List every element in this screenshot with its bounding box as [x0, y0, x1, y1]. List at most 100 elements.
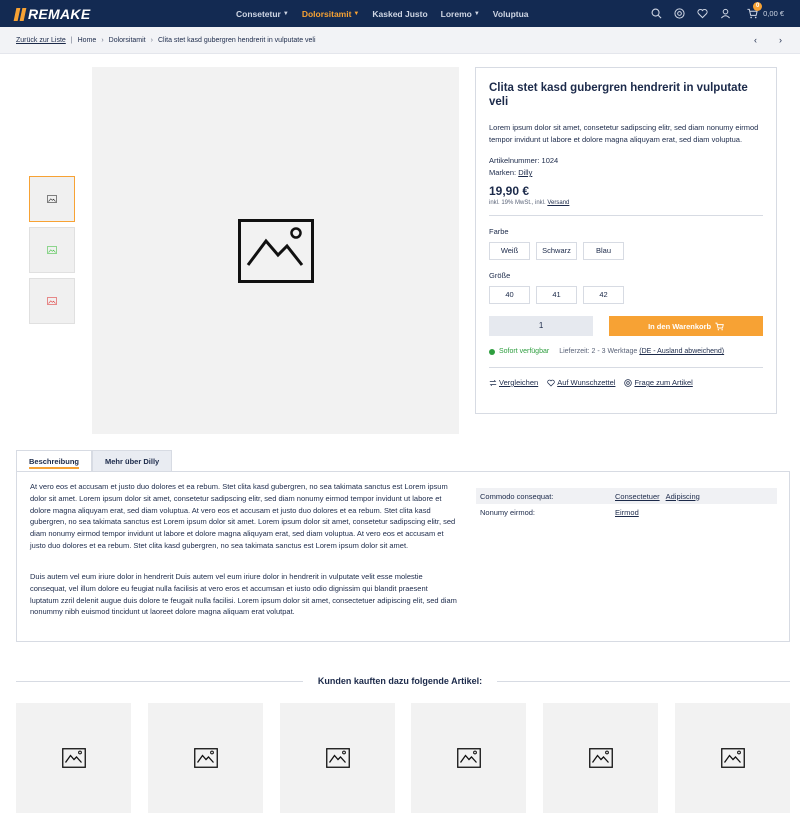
image-placeholder-icon [47, 297, 57, 305]
breadcrumb-bar: Zurück zur Liste | Home › Dolorsitamit ›… [0, 27, 800, 54]
image-placeholder-icon [456, 748, 481, 768]
breadcrumb-item-home[interactable]: Home [78, 37, 97, 44]
size-label: Größe [489, 271, 511, 280]
product-main-image[interactable] [92, 67, 459, 434]
description-paragraph: Duis autem vel eum iriure dolor in hendr… [30, 572, 457, 617]
breadcrumb-item-product[interactable]: Clita stet kasd gubergren hendrerit in v… [158, 37, 316, 44]
tab-manufacturer[interactable]: Mehr über Dilly [92, 450, 173, 471]
heart-icon[interactable] [697, 8, 708, 19]
property-name: Nonumy eirmod: [480, 507, 536, 517]
compare-icon [489, 379, 497, 386]
image-placeholder-icon [47, 195, 57, 203]
chevron-down-icon: ▼ [353, 10, 360, 17]
add-to-cart-button[interactable]: In den Warenkorb [609, 316, 763, 336]
product-pager: ‹ › [754, 35, 782, 45]
nav-item-voluptua[interactable]: Voluptua [493, 9, 529, 19]
product-number-row: Artikelnummer: 1024 [489, 155, 763, 167]
compare-button[interactable]: Vergleichen [489, 378, 538, 387]
size-option-40[interactable]: 40 [489, 286, 530, 304]
help-icon[interactable] [674, 8, 685, 19]
property-values: Eirmod [615, 508, 639, 517]
main-navigation: Consetetur ▼ Dolorsitamit ▼ Kasked Justo L… [236, 0, 542, 27]
properties-row: Commodo consequat: Consectetuer Adipisci… [476, 488, 777, 504]
properties-row: Nonumy eirmod: Eirmod [476, 504, 777, 520]
previous-product-icon[interactable]: ‹ [754, 35, 757, 45]
image-placeholder-icon [193, 748, 218, 768]
tab-label: Mehr über Dilly [105, 457, 160, 466]
delivery-info-link[interactable]: (DE - Ausland abweichend) [639, 348, 724, 355]
cart-total: 0,00 € [763, 9, 784, 18]
active-tab-indicator [29, 467, 80, 469]
property-value-link[interactable]: Eirmod [615, 508, 639, 517]
tax-text: inkl. 19% MwSt., inkl. [489, 200, 546, 206]
cross-selling-product-card[interactable] [280, 703, 395, 813]
divider [489, 215, 763, 216]
cross-selling-product-card[interactable] [675, 703, 790, 813]
gallery-thumbnail[interactable] [29, 278, 75, 324]
product-price: 19,90 € [489, 184, 530, 198]
color-label: Farbe [489, 227, 509, 236]
size-option-42[interactable]: 42 [583, 286, 624, 304]
brand-link[interactable]: Dilly [518, 168, 532, 177]
product-detail-tabs: Beschreibung Mehr über Dilly [16, 450, 173, 471]
chevron-down-icon: ▼ [282, 10, 289, 17]
property-value-link[interactable]: Adipiscing [666, 492, 700, 501]
cart-count-badge: 0 [753, 2, 763, 11]
nav-item-consetetur[interactable]: Consetetur ▼ [236, 9, 289, 19]
nav-item-loremo[interactable]: Loremo ▼ [441, 9, 480, 19]
cart-button[interactable]: 0 0,00 € [747, 2, 784, 19]
availability-dot [489, 348, 495, 355]
add-to-cart-label: In den Warenkorb [648, 321, 712, 331]
user-icon[interactable] [720, 8, 731, 19]
back-to-list-link[interactable]: Zurück zur Liste [16, 37, 66, 44]
header-actions: 0 0,00 € [639, 0, 784, 27]
product-number: 1024 [541, 156, 559, 165]
shipping-link[interactable]: Versand [547, 200, 569, 206]
color-option-blue[interactable]: Blau [583, 242, 624, 260]
nav-item-dolorsitamit[interactable]: Dolorsitamit ▼ [302, 9, 360, 19]
cross-selling-title: Kunden kauften dazu folgende Artikel: [317, 676, 483, 686]
cross-selling-product-card[interactable] [411, 703, 526, 813]
wishlist-button[interactable]: Auf Wunschzettel [547, 378, 615, 387]
question-label: Frage zum Artikel [634, 378, 693, 387]
size-option-41[interactable]: 41 [536, 286, 577, 304]
next-product-icon[interactable]: › [779, 35, 782, 45]
help-icon [624, 378, 633, 387]
property-value-link[interactable]: Consectetuer [615, 492, 660, 501]
color-options: Weiß Schwarz Blau [489, 242, 763, 260]
cross-selling-product-card[interactable] [16, 703, 131, 813]
breadcrumb-item-category[interactable]: Dolorsitamit [109, 37, 146, 44]
top-navigation-bar: REMAKE Consetetur ▼ Dolorsitamit ▼ Kasked … [0, 0, 800, 27]
color-option-black[interactable]: Schwarz [536, 242, 577, 260]
nav-label: Kasked Justo [372, 8, 428, 19]
logo-mark [13, 7, 27, 21]
search-icon[interactable] [651, 8, 662, 19]
breadcrumb-separator: | [70, 37, 73, 44]
wishlist-label: Auf Wunschzettel [557, 378, 616, 387]
image-placeholder-icon [720, 748, 745, 768]
chevron-right-icon: › [101, 37, 104, 44]
delivery-time: Lieferzeit: 2 - 3 Werktage [559, 348, 638, 355]
gallery-thumbnail[interactable] [29, 227, 75, 273]
nav-item-kasked-justo[interactable]: Kasked Justo [372, 9, 427, 19]
gallery-thumbnail[interactable] [29, 176, 75, 222]
nav-label: Dolorsitamit [301, 8, 352, 19]
tab-description[interactable]: Beschreibung [16, 450, 93, 471]
availability-text: Sofort verfügbar [499, 348, 550, 355]
delivery-info: Sofort verfügbar Lieferzeit: 2 - 3 Werkt… [489, 348, 763, 355]
image-placeholder-icon [61, 748, 86, 768]
heart-icon [547, 379, 555, 387]
cart-icon [715, 322, 724, 330]
image-placeholder-icon [237, 218, 314, 283]
color-option-white[interactable]: Weiß [489, 242, 530, 260]
brand-row: Marken: Dilly [489, 167, 763, 179]
chevron-right-icon: › [150, 37, 153, 44]
cross-selling-product-card[interactable] [148, 703, 263, 813]
quantity-select[interactable]: 1 [489, 316, 594, 336]
cross-selling-product-card[interactable] [543, 703, 658, 813]
logo[interactable]: REMAKE [13, 6, 90, 22]
size-options: 40 41 42 [489, 286, 763, 304]
product-meta: Artikelnummer: 1024 Marken: Dilly [489, 155, 763, 179]
nav-label: Voluptua [492, 8, 529, 19]
question-button[interactable]: Frage zum Artikel [624, 378, 693, 387]
